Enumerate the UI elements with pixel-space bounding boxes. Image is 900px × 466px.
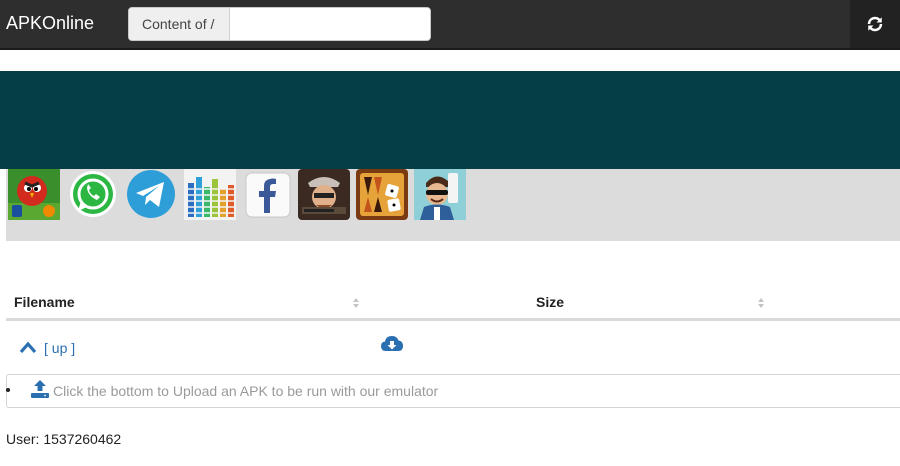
app-icon-telegram[interactable] <box>125 169 177 220</box>
app-icon-backgammon[interactable] <box>356 169 408 220</box>
app-icon-whatsapp[interactable] <box>67 169 119 220</box>
app-strip <box>6 169 900 241</box>
cloud-download-icon[interactable] <box>380 334 404 354</box>
upload-icon[interactable] <box>30 379 50 399</box>
refresh-icon <box>867 16 883 32</box>
banner <box>0 71 900 169</box>
chevron-up-icon[interactable] <box>19 341 37 354</box>
upload-apk-box: Click the bottom to Upload an APK to be … <box>6 374 900 408</box>
column-size[interactable]: Size <box>536 294 564 310</box>
app-icon-facebook[interactable] <box>242 169 294 220</box>
app-icon-angry-birds[interactable] <box>8 169 60 220</box>
column-filename[interactable]: Filename <box>14 294 75 310</box>
top-navbar: APKOnline Content of / <box>0 0 900 50</box>
content-path-input[interactable] <box>231 8 429 40</box>
up-directory-link[interactable]: [ up ] <box>44 340 75 356</box>
sort-filename-icon[interactable] <box>352 297 360 309</box>
app-icon-shooter-game[interactable] <box>298 169 350 220</box>
sort-size-icon[interactable] <box>757 297 765 309</box>
upload-apk-link[interactable]: Click the bottom to Upload an APK to be … <box>53 383 438 399</box>
brand-logo[interactable]: APKOnline <box>6 13 94 34</box>
content-path-group: Content of / <box>128 7 431 41</box>
user-id-label: User: 1537260462 <box>6 431 122 447</box>
app-icon-agent-game[interactable] <box>414 169 466 220</box>
table-row-up: [ up ] <box>6 324 900 370</box>
file-table-header: Filename Size <box>6 283 900 321</box>
refresh-button[interactable] <box>850 0 900 48</box>
app-icon-equalizer[interactable] <box>184 169 236 220</box>
content-of-label: Content of / <box>129 8 230 40</box>
list-bullet <box>6 388 10 392</box>
